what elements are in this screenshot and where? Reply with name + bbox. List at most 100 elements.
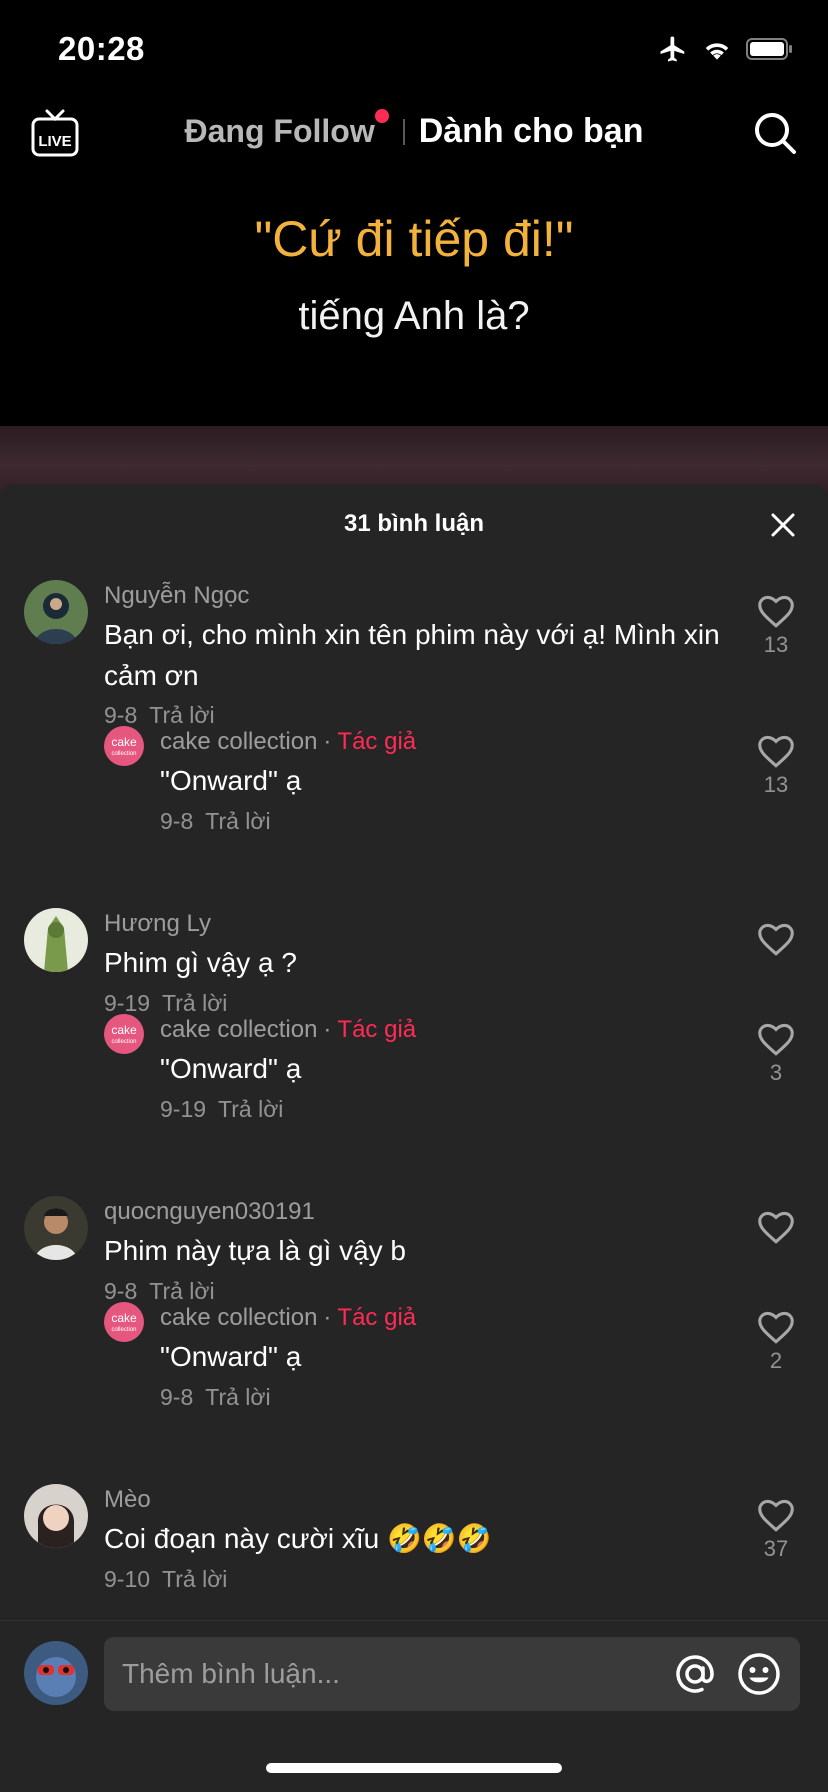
home-indicator[interactable]	[266, 1763, 562, 1773]
avatar[interactable]: cake collection	[104, 1302, 144, 1342]
heart-icon	[758, 1311, 794, 1344]
comment-input-container	[104, 1637, 800, 1711]
comment-date: 9-8	[160, 808, 194, 834]
svg-text:collection: collection	[111, 1039, 136, 1045]
comment-date: 9-8	[160, 1384, 194, 1410]
wifi-icon	[705, 43, 729, 60]
reply-button[interactable]: Trả lời	[162, 1566, 227, 1592]
comment-author[interactable]: Hương Ly	[104, 910, 211, 938]
top-nav: LIVE Đang Follow Dành cho bạn	[0, 100, 828, 166]
comment-item: quocnguyen030191 Phim này tựa là gì vậy …	[0, 1196, 828, 1316]
comment-date: 9-10	[104, 1566, 151, 1592]
creator-badge: Tác giả	[337, 1304, 417, 1331]
search-icon[interactable]	[752, 110, 798, 156]
like-button[interactable]: 13	[754, 734, 798, 798]
reply-button[interactable]: Trả lời	[218, 1096, 283, 1122]
comment-text: "Onward" ạ	[160, 1341, 302, 1372]
reply-button[interactable]: Trả lời	[162, 990, 227, 1016]
comment-author[interactable]: cake collection · Tác giả	[160, 1016, 416, 1044]
mention-icon[interactable]	[672, 1651, 718, 1697]
reply-item: cake collection cake collection · Tác giả "…	[0, 726, 828, 846]
comment-text: "Onward" ạ	[160, 1053, 302, 1084]
reply-button[interactable]: Trả lời	[205, 1384, 270, 1410]
comment-meta: 9-10 Trả lời	[104, 1566, 227, 1593]
comment-text: Bạn ơi, cho mình xin tên phim này với ạ!…	[104, 619, 720, 691]
heart-icon	[758, 1023, 794, 1056]
video-caption-title: "Cứ đi tiếp đi!"	[254, 211, 574, 267]
avatar[interactable]	[24, 908, 88, 972]
heart-icon	[758, 595, 794, 628]
author-name: cake collection	[160, 1016, 318, 1043]
status-bar: 20:28	[0, 0, 828, 100]
comment-meta: 9-19 Trả lời	[104, 990, 227, 1017]
reply-item: cake collection cake collection · Tác giả "…	[0, 1014, 828, 1134]
heart-icon	[758, 1499, 794, 1532]
svg-text:cake: cake	[111, 735, 137, 749]
tab-following-label: Đang Follow	[184, 113, 375, 149]
airplane-icon	[660, 36, 685, 62]
comment-meta: 9-19 Trả lời	[160, 1096, 283, 1123]
heart-icon	[758, 1211, 794, 1244]
user-avatar[interactable]	[24, 1641, 88, 1705]
comment-meta: 9-8 Trả lời	[160, 1384, 271, 1411]
close-icon[interactable]	[770, 512, 796, 538]
nav-divider	[402, 118, 405, 145]
svg-text:collection: collection	[111, 751, 136, 757]
status-icons	[658, 34, 794, 64]
like-button[interactable]	[754, 922, 798, 956]
comment-meta: 9-8 Trả lời	[104, 1278, 215, 1305]
emoji-icon[interactable]	[736, 1651, 782, 1697]
status-time: 20:28	[58, 30, 145, 67]
battery-icon	[746, 38, 792, 60]
comment-item: Nguyễn Ngọc Bạn ơi, cho mình xin tên phi…	[0, 580, 828, 750]
comment-date: 9-19	[160, 1096, 207, 1122]
svg-text:cake: cake	[111, 1311, 137, 1325]
avatar[interactable]: cake collection	[104, 726, 144, 766]
avatar[interactable]: cake collection	[104, 1014, 144, 1054]
like-button[interactable]: 2	[754, 1310, 798, 1374]
nav-tabs: Đang Follow Dành cho bạn	[0, 109, 828, 151]
comment-author[interactable]: Mèo	[104, 1486, 151, 1514]
reply-button[interactable]: Trả lời	[149, 702, 214, 728]
comment-meta: 9-8 Trả lời	[104, 702, 215, 729]
comment-author[interactable]: Nguyễn Ngọc	[104, 582, 249, 610]
author-name: cake collection	[160, 728, 318, 755]
comment-input[interactable]	[122, 1637, 642, 1711]
svg-text:collection: collection	[111, 1327, 136, 1333]
comment-author[interactable]: quocnguyen030191	[104, 1198, 315, 1226]
reply-item: cake collection cake collection · Tác giả "…	[0, 1302, 828, 1422]
like-button[interactable]: 3	[754, 1022, 798, 1086]
comment-date: 9-8	[104, 702, 138, 728]
comment-item: Hương Ly Phim gì vậy ạ ? 9-19 Trả lời	[0, 908, 828, 1028]
comment-text: Phim này tựa là gì vậy b	[104, 1235, 406, 1266]
tab-for-you[interactable]: Dành cho bạn	[419, 112, 644, 151]
comment-text: Coi đoạn này cười xĩu 🤣🤣🤣	[104, 1523, 492, 1554]
tab-following[interactable]: Đang Follow	[184, 109, 389, 150]
like-button[interactable]	[754, 1210, 798, 1244]
like-button[interactable]: 37	[754, 1498, 798, 1562]
creator-badge: Tác giả	[337, 728, 417, 755]
heart-icon	[758, 735, 794, 768]
comment-author[interactable]: cake collection · Tác giả	[160, 728, 416, 756]
notification-dot	[374, 109, 389, 123]
like-count: 13	[763, 632, 789, 657]
author-name: cake collection	[160, 1304, 318, 1331]
like-button[interactable]: 13	[754, 594, 798, 658]
like-count: 2	[769, 1348, 783, 1373]
video-caption-subtitle: tiếng Anh là?	[298, 294, 530, 338]
comment-author[interactable]: cake collection · Tác giả	[160, 1304, 416, 1332]
comments-count-title: 31 bình luận	[343, 510, 484, 537]
comment-meta: 9-8 Trả lời	[160, 808, 271, 835]
reply-button[interactable]: Trả lời	[205, 808, 270, 834]
reply-button[interactable]: Trả lời	[149, 1278, 214, 1304]
avatar[interactable]	[24, 580, 88, 644]
comment-item: Mèo Coi đoạn này cười xĩu 🤣🤣🤣 9-10 Trả lờ…	[0, 1484, 828, 1604]
comments-header: 31 bình luận	[0, 484, 828, 564]
like-count: 13	[763, 772, 789, 797]
avatar[interactable]	[24, 1196, 88, 1260]
avatar[interactable]	[24, 1484, 88, 1548]
comment-text: "Onward" ạ	[160, 765, 302, 796]
video-player[interactable]: "Cứ đi tiếp đi!" tiếng Anh là?	[0, 170, 828, 506]
creator-badge: Tác giả	[337, 1016, 417, 1043]
like-count: 37	[763, 1536, 789, 1561]
